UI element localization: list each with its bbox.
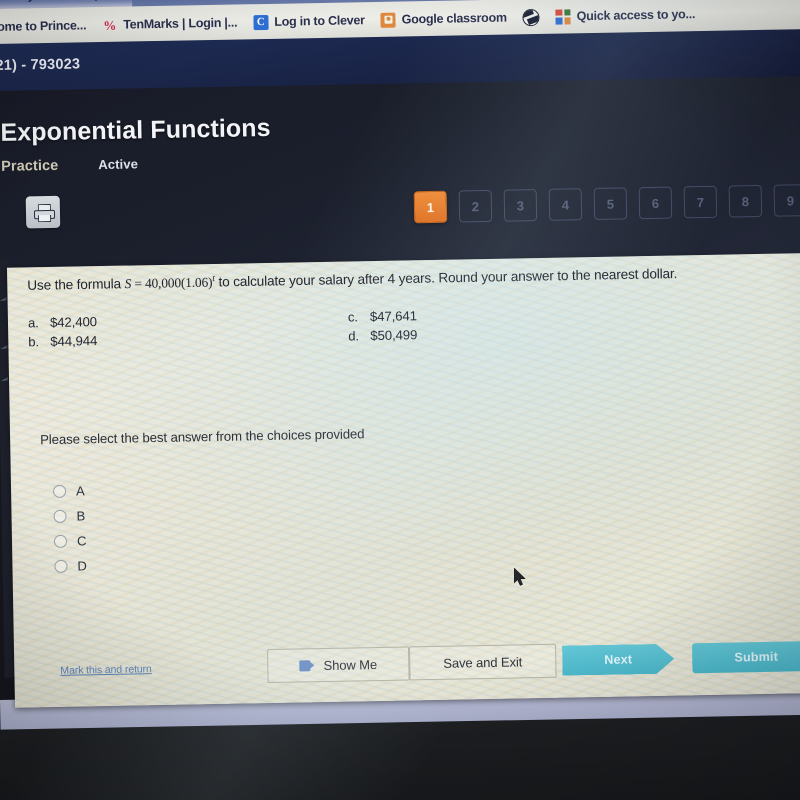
bookmark-label: Google classroom (401, 10, 507, 27)
radio-label: C (76, 533, 87, 549)
bookmark-globe[interactable] (522, 8, 540, 26)
bookmark-prince[interactable]: elcome to Prince... (0, 18, 86, 34)
bookmark-quick-access[interactable]: Quick access to yo... (555, 7, 696, 25)
choice-d: d. $50,499 (348, 327, 417, 343)
radio-button-icon[interactable] (52, 484, 67, 498)
answer-radio-group: A B C D (52, 478, 87, 579)
print-button[interactable] (25, 195, 61, 229)
pager-item-7[interactable]: 7 (683, 185, 718, 219)
selection-prompt: Please select the best answer from the c… (40, 426, 365, 448)
show-me-label: Show Me (323, 656, 378, 673)
submit-label: Submit (734, 649, 779, 665)
radio-option-a[interactable]: A (52, 478, 86, 504)
radio-button-icon[interactable] (53, 509, 67, 523)
choice-c: c. $47,641 (348, 308, 417, 324)
choice-letter: a. (27, 315, 39, 331)
choice-letter: c. (347, 309, 359, 325)
pager-item-8[interactable]: 8 (728, 184, 763, 218)
question-text: Use the formula S = 40,000(1.06)t to cal… (27, 263, 800, 294)
radio-button-icon[interactable] (54, 559, 68, 573)
page-title: Exponential Functions (0, 113, 271, 147)
cursor-arrow-icon (514, 568, 526, 586)
show-me-button[interactable]: Show Me (267, 646, 410, 684)
pager-item-5[interactable]: 5 (593, 187, 628, 221)
bookmark-tenmarks[interactable]: % TenMarks | Login |... (102, 15, 238, 33)
pager-item-9[interactable]: 9 (773, 184, 800, 217)
choice-letter: d. (348, 328, 360, 344)
save-and-exit-button[interactable]: Save and Exit (408, 643, 557, 681)
pager-item-6[interactable]: 6 (638, 186, 673, 220)
radio-button-icon[interactable] (53, 534, 68, 548)
choice-a: a. $42,400 (27, 310, 348, 331)
radio-option-c[interactable]: C (53, 528, 87, 554)
radio-label: B (76, 508, 86, 524)
choice-value: $50,499 (370, 327, 418, 344)
percent-icon: % (103, 17, 117, 33)
bookmark-label: Quick access to yo... (576, 7, 696, 24)
lesson-mode-label: Practice (0, 157, 59, 175)
pager-item-3[interactable]: 3 (503, 189, 538, 222)
next-label: Next (604, 652, 633, 667)
lesson-status-label: Active (98, 156, 139, 173)
app-header-section: Exponential Functions Practice Active 1 … (0, 76, 800, 281)
question-panel: Use the formula S = 40,000(1.06)t to cal… (6, 253, 800, 708)
pager-item-2[interactable]: 2 (458, 189, 493, 223)
choice-row: b. $44,944 d. $50,499 (28, 326, 498, 350)
answer-choices: a. $42,400 c. $47,641 b. $44,944 d. $50,… (28, 307, 499, 354)
choice-value: $42,400 (49, 314, 98, 330)
bookmark-google-classroom[interactable]: Google classroom (380, 10, 507, 28)
submit-button[interactable]: Submit (691, 640, 800, 674)
radio-label: A (75, 483, 85, 499)
printer-icon (33, 203, 55, 222)
choice-b: b. $44,944 (28, 329, 348, 350)
lesson-meta: Practice Active (1, 156, 138, 175)
next-button[interactable]: Next (562, 644, 675, 676)
microsoft-squares-icon (555, 8, 571, 25)
video-camera-icon (299, 659, 315, 671)
radio-option-d[interactable]: D (54, 553, 87, 579)
mark-and-return-link[interactable]: Mark this and return (60, 663, 152, 677)
pager-item-4[interactable]: 4 (548, 188, 583, 221)
question-suffix: to calculate your salary after 4 years. … (214, 266, 678, 290)
formula-body: 40,000(1.06) (144, 274, 213, 291)
bookmark-clever[interactable]: C Log in to Clever (253, 13, 365, 30)
bookmark-label: elcome to Prince... (0, 18, 87, 35)
bookmark-label: TenMarks | Login |... (123, 15, 238, 32)
page-header-title: 021) - 793023 (0, 56, 81, 75)
save-and-exit-label: Save and Exit (443, 653, 523, 671)
globe-icon (522, 8, 540, 26)
google-classroom-icon (380, 12, 396, 28)
monitor-screen-area: Chalkysiasme Player, elcome to Prince...… (0, 0, 800, 736)
bookmark-label: Log in to Clever (274, 13, 365, 29)
question-prefix: Use the formula (27, 276, 125, 293)
browser-tab-title[interactable]: Chalkysiasme Player, (0, 0, 114, 3)
choice-value: $44,944 (50, 333, 98, 349)
radio-label: D (77, 558, 87, 574)
pager-item-1[interactable]: 1 (413, 190, 448, 224)
radio-option-b[interactable]: B (53, 503, 86, 529)
screenshot-root: Chalkysiasme Player, elcome to Prince...… (0, 0, 800, 800)
action-bar: Mark this and return Show Me Save and Ex… (14, 639, 800, 694)
clever-c-icon: C (253, 14, 269, 30)
choice-letter: b. (28, 334, 40, 350)
formula-equals: = (131, 275, 146, 292)
choice-value: $47,641 (369, 308, 418, 325)
question-pagination: 1 2 3 4 5 6 7 8 9 (413, 184, 800, 224)
